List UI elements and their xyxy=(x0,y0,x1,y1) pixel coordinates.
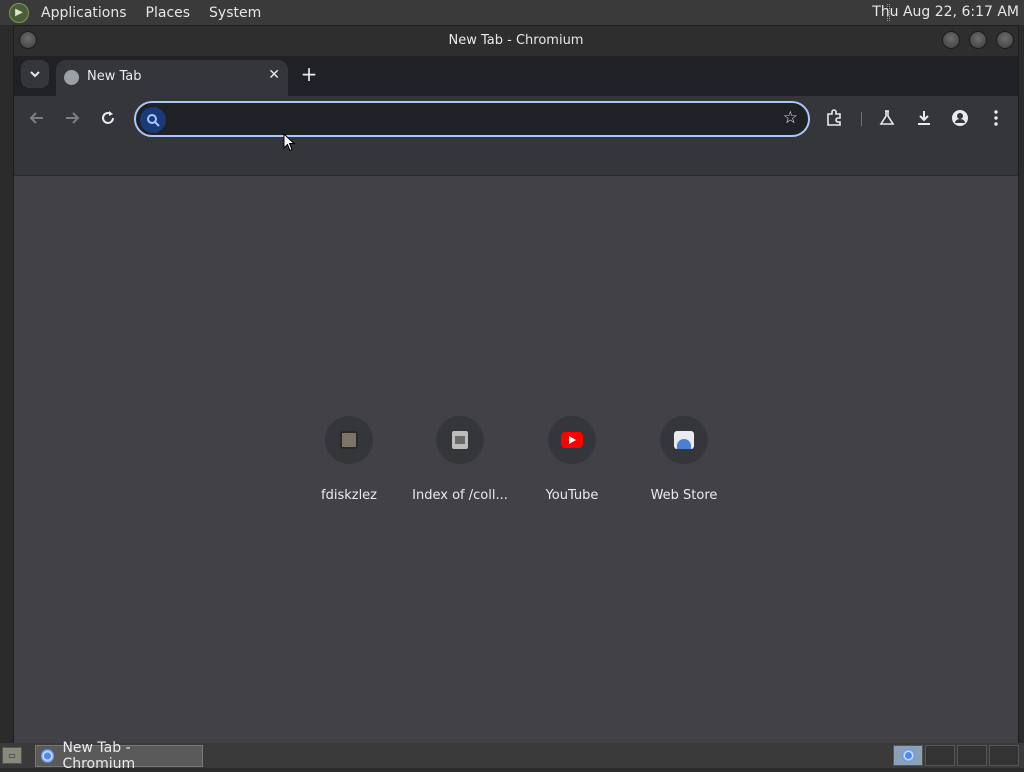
youtube-icon xyxy=(561,432,583,448)
shortcut-index[interactable]: Index of /coll... xyxy=(410,416,510,503)
star-icon[interactable]: ☆ xyxy=(783,108,798,128)
browser-window: New Tab - Chromium New Tab ✕ + ☆ fdiskzl… xyxy=(13,25,1019,744)
show-desktop-icon[interactable]: ▭ xyxy=(2,747,22,764)
clock[interactable]: Thu Aug 22, 6:17 AM xyxy=(872,4,1019,20)
shortcut-label: YouTube xyxy=(545,488,599,503)
extensions-icon[interactable] xyxy=(821,105,847,131)
shortcut-icon-circle xyxy=(325,416,373,464)
tab-search-button[interactable] xyxy=(21,60,49,88)
shortcut-youtube[interactable]: YouTube xyxy=(522,416,622,503)
close-tab-icon[interactable]: ✕ xyxy=(268,67,280,83)
workspace-1[interactable] xyxy=(893,745,923,766)
taskbar-item-label: New Tab - Chromium xyxy=(62,740,136,772)
globe-icon xyxy=(64,70,79,85)
tab-strip: New Tab ✕ + xyxy=(14,56,1018,96)
bookmark-bar xyxy=(14,140,1018,176)
close-window-icon[interactable] xyxy=(996,31,1014,49)
profile-icon[interactable] xyxy=(947,105,973,131)
system-logo-icon[interactable]: ▶ xyxy=(9,2,29,23)
minimize-icon[interactable] xyxy=(942,31,960,49)
shortcut-label: Index of /coll... xyxy=(412,488,508,503)
new-tab-button[interactable]: + xyxy=(297,62,321,86)
address-bar[interactable]: ☆ xyxy=(134,101,810,137)
workspace-4[interactable] xyxy=(989,745,1019,766)
shortcut-icon-circle xyxy=(660,416,708,464)
window-menu-icon[interactable] xyxy=(19,31,37,49)
menu-places[interactable]: Places xyxy=(139,5,198,21)
document-icon xyxy=(452,431,468,449)
toolbar: ☆ xyxy=(14,96,1018,140)
shortcut-label: fdiskzlez xyxy=(321,488,377,503)
address-input[interactable] xyxy=(172,107,762,133)
new-tab-page: fdiskzlez Index of /coll... YouTube Web … xyxy=(14,176,1018,744)
shortcut-icon-circle xyxy=(436,416,484,464)
menu-system[interactable]: System xyxy=(202,5,268,21)
shortcut-web-store[interactable]: Web Store xyxy=(634,416,734,503)
shortcut-icon-circle xyxy=(548,416,596,464)
tab-new-tab[interactable]: New Tab ✕ xyxy=(56,60,288,96)
chevron-down-icon xyxy=(30,71,40,78)
chromium-icon xyxy=(41,749,55,763)
menu-applications[interactable]: Applications xyxy=(34,5,134,21)
webstore-icon xyxy=(674,431,694,449)
forward-icon[interactable] xyxy=(59,105,85,131)
window-titlebar[interactable]: New Tab - Chromium xyxy=(14,26,1018,56)
labs-icon[interactable] xyxy=(874,105,900,131)
workspace-3[interactable] xyxy=(957,745,987,766)
taskbar-item-chromium[interactable]: New Tab - Chromium xyxy=(35,740,203,772)
reload-icon[interactable] xyxy=(95,105,121,131)
window-title: New Tab - Chromium xyxy=(448,33,584,48)
maximize-icon[interactable] xyxy=(969,31,987,49)
top-panel: ▶ Applications Places System Thu Aug 22,… xyxy=(0,0,1024,25)
back-icon[interactable] xyxy=(24,105,50,131)
toolbar-divider xyxy=(861,112,862,126)
tab-title: New Tab xyxy=(87,69,142,84)
download-icon[interactable] xyxy=(911,105,937,131)
shortcut-fdiskzlez[interactable]: fdiskzlez xyxy=(299,416,399,503)
workspace-2[interactable] xyxy=(925,745,955,766)
avatar-icon xyxy=(340,431,358,449)
menu-icon[interactable] xyxy=(983,105,1009,131)
shortcut-label: Web Store xyxy=(650,488,718,503)
search-icon xyxy=(140,107,166,133)
bottom-panel: ▭ New Tab - Chromium xyxy=(0,740,1024,772)
